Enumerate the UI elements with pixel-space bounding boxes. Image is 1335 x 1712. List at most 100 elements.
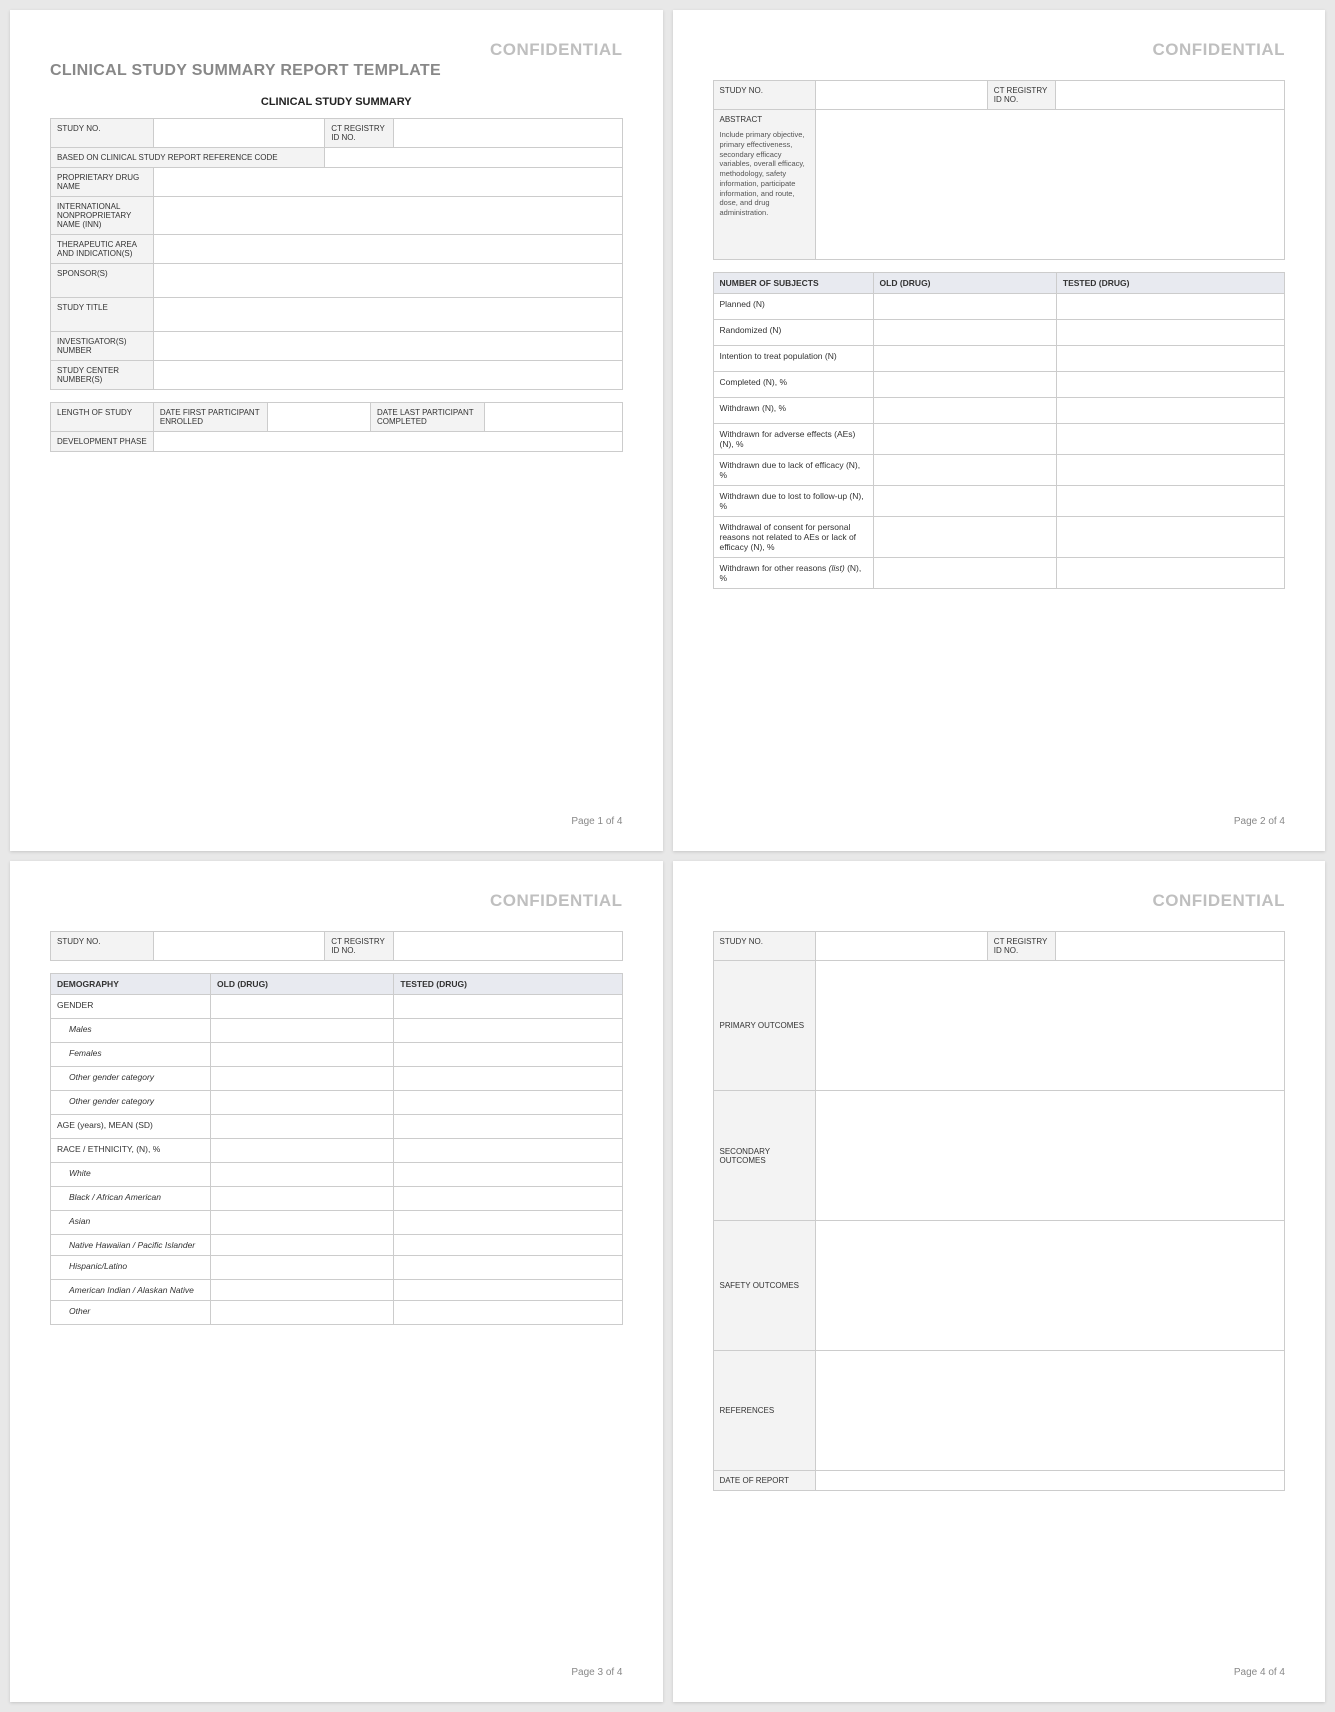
header-tested-drug: TESTED (DRUG) (1056, 273, 1284, 294)
table-row: BASED ON CLINICAL STUDY REPORT REFERENCE… (51, 148, 623, 168)
table-row: Hispanic/Latino (51, 1256, 623, 1280)
label-abstract: ABSTRACT Include primary objective, prim… (713, 110, 816, 260)
watermark: CONFIDENTIAL (713, 891, 1286, 911)
table-row: STUDY CENTER NUMBER(S) (51, 361, 623, 390)
row-white: White (51, 1163, 211, 1187)
value-cell (211, 1139, 394, 1163)
value-cell (325, 148, 622, 168)
value-cell (211, 1019, 394, 1043)
value-cell (873, 398, 1056, 424)
value-cell (211, 1301, 394, 1325)
value-cell (816, 81, 987, 110)
table-row: Males (51, 1019, 623, 1043)
study-id-table: STUDY NO. CT REGISTRY ID NO. (50, 931, 623, 961)
row-gender: GENDER (51, 995, 211, 1019)
table-row: Other gender category (51, 1091, 623, 1115)
value-cell (1056, 294, 1284, 320)
label-based-on: BASED ON CLINICAL STUDY REPORT REFERENCE… (51, 148, 325, 168)
label-primary: PRIMARY OUTCOMES (713, 961, 816, 1091)
value-cell (1056, 517, 1284, 558)
value-cell (153, 197, 622, 235)
value-cell (394, 1091, 622, 1115)
table-row: Native Hawaiian / Pacific Islander (51, 1235, 623, 1256)
table-row: PRIMARY OUTCOMES (713, 961, 1285, 1091)
label-study-title: STUDY TITLE (51, 298, 154, 332)
value-cell (394, 1211, 622, 1235)
subjects-table: NUMBER OF SUBJECTS OLD (DRUG) TESTED (DR… (713, 272, 1286, 589)
value-cell (153, 235, 622, 264)
header-old-drug: OLD (DRUG) (873, 273, 1056, 294)
row-wd-other: Withdrawn for other reasons (list) (N), … (713, 558, 873, 589)
row-asian: Asian (51, 1211, 211, 1235)
label-study-no: STUDY NO. (713, 81, 816, 110)
table-row: REFERENCES (713, 1351, 1285, 1471)
value-cell (211, 1067, 394, 1091)
page-footer: Page 4 of 4 (713, 1667, 1286, 1678)
label-secondary: SECONDARY OUTCOMES (713, 1091, 816, 1221)
table-row: Withdrawn due to lack of efficacy (N), % (713, 455, 1285, 486)
row-other-gender-1: Other gender category (51, 1067, 211, 1091)
page-footer: Page 2 of 4 (713, 816, 1286, 827)
label-date-last: DATE LAST PARTICIPANT COMPLETED (371, 403, 485, 432)
value-cell (153, 298, 622, 332)
row-race: RACE / ETHNICITY, (N), % (51, 1139, 211, 1163)
label-inn: INTERNATIONAL NONPROPRIETARY NAME (INN) (51, 197, 154, 235)
page-4: CONFIDENTIAL STUDY NO. CT REGISTRY ID NO… (673, 861, 1326, 1702)
study-id-table: STUDY NO. CT REGISTRY ID NO. ABSTRACT In… (713, 80, 1286, 260)
row-native-h: Native Hawaiian / Pacific Islander (51, 1235, 211, 1256)
value-cell (1056, 81, 1285, 110)
page-2: CONFIDENTIAL STUDY NO. CT REGISTRY ID NO… (673, 10, 1326, 851)
table-row: Planned (N) (713, 294, 1285, 320)
value-cell (394, 1256, 622, 1280)
value-cell (816, 110, 1285, 260)
value-cell (211, 1115, 394, 1139)
value-cell (153, 432, 622, 452)
table-row: RACE / ETHNICITY, (N), % (51, 1139, 623, 1163)
value-cell (153, 932, 324, 961)
table-row: GENDER (51, 995, 623, 1019)
value-cell (816, 1351, 1285, 1471)
label-study-no: STUDY NO. (51, 932, 154, 961)
label-dev-phase: DEVELOPMENT PHASE (51, 432, 154, 452)
table-row: American Indian / Alaskan Native (51, 1280, 623, 1301)
page-1: CONFIDENTIAL CLINICAL STUDY SUMMARY REPO… (10, 10, 663, 851)
value-cell (1056, 486, 1284, 517)
length-table: LENGTH OF STUDY DATE FIRST PARTICIPANT E… (50, 402, 623, 452)
table-row: Withdrawn for other reasons (list) (N), … (713, 558, 1285, 589)
table-row: STUDY NO. CT REGISTRY ID NO. (713, 81, 1285, 110)
value-cell (394, 1019, 622, 1043)
value-cell (394, 1163, 622, 1187)
label-ct-registry: CT REGISTRY ID NO. (325, 119, 394, 148)
page-footer: Page 3 of 4 (50, 1667, 623, 1678)
value-cell (153, 119, 324, 148)
row-black: Black / African American (51, 1187, 211, 1211)
value-cell (153, 361, 622, 390)
value-cell (211, 1187, 394, 1211)
table-row: Females (51, 1043, 623, 1067)
table-row: Other (51, 1301, 623, 1325)
value-cell (1056, 320, 1284, 346)
value-cell (873, 424, 1056, 455)
row-itt: Intention to treat population (N) (713, 346, 873, 372)
value-cell (211, 1280, 394, 1301)
label-ct-registry: CT REGISTRY ID NO. (987, 81, 1056, 110)
row-other: Other (51, 1301, 211, 1325)
table-row: Intention to treat population (N) (713, 346, 1285, 372)
row-native-a: American Indian / Alaskan Native (51, 1280, 211, 1301)
value-cell (873, 320, 1056, 346)
table-row: AGE (years), MEAN (SD) (51, 1115, 623, 1139)
value-cell (1056, 424, 1284, 455)
table-row: PROPRIETARY DRUG NAME (51, 168, 623, 197)
watermark: CONFIDENTIAL (50, 891, 623, 911)
value-cell (873, 486, 1056, 517)
table-row: INTERNATIONAL NONPROPRIETARY NAME (INN) (51, 197, 623, 235)
value-cell (873, 455, 1056, 486)
table-header-row: DEMOGRAPHY OLD (DRUG) TESTED (DRUG) (51, 974, 623, 995)
value-cell (873, 517, 1056, 558)
table-row: SECONDARY OUTCOMES (713, 1091, 1285, 1221)
table-row: ABSTRACT Include primary objective, prim… (713, 110, 1285, 260)
value-cell (153, 264, 622, 298)
value-cell (816, 961, 1285, 1091)
watermark: CONFIDENTIAL (713, 40, 1286, 60)
study-id-table: STUDY NO. CT REGISTRY ID NO. PRIMARY OUT… (713, 931, 1286, 1491)
